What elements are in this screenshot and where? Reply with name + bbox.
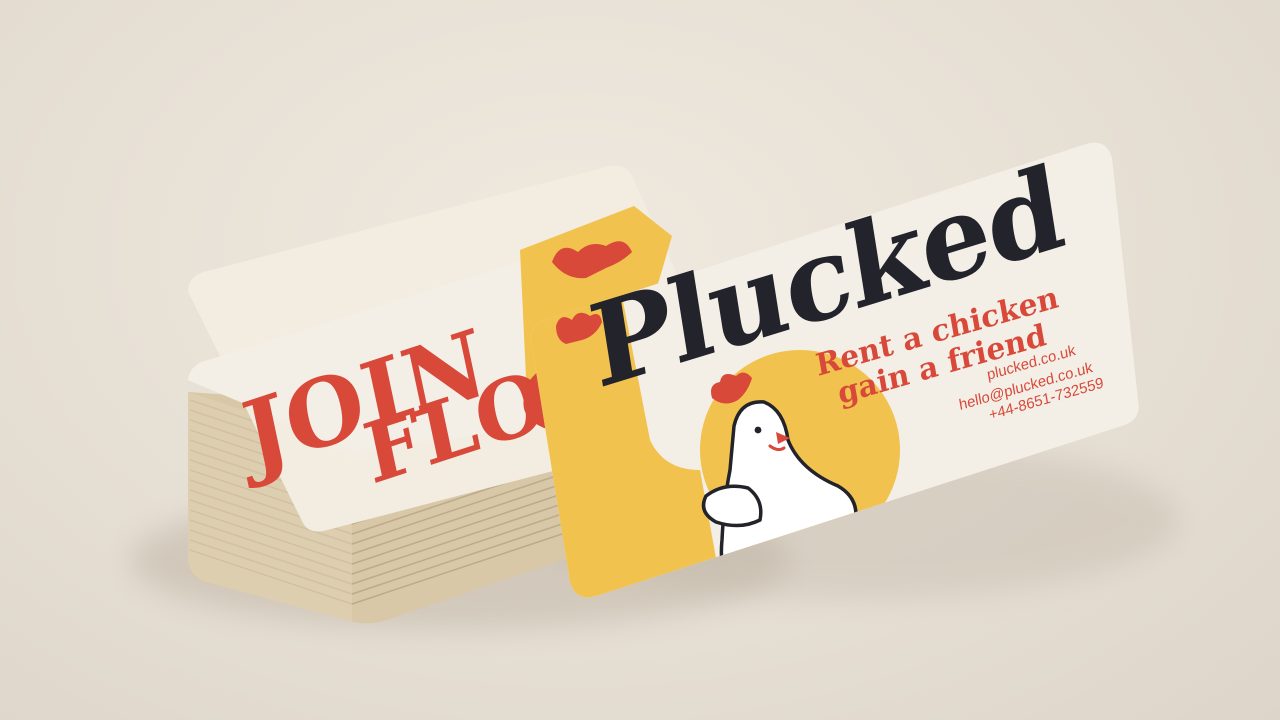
product-mockup-scene: JOIN FLO Plucked Rent a chicken gain a f… (0, 0, 1280, 720)
business-card-mockup: JOIN FLO Plucked Rent a chicken gain a f… (130, 140, 1180, 630)
